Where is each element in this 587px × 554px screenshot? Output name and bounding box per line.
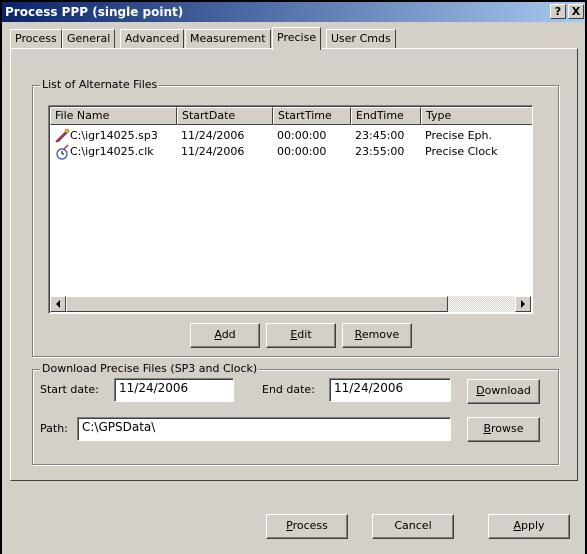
tab-precise[interactable]: Precise xyxy=(272,27,322,50)
title-bar[interactable]: Process PPP (single point) xyxy=(2,2,585,22)
start-date-label: Start date: xyxy=(40,383,99,396)
file-name-cell: C:\igr14025.clk xyxy=(70,145,154,158)
scroll-right-button[interactable] xyxy=(515,296,531,312)
end-date-field[interactable]: 11/24/2006 xyxy=(329,378,451,402)
path-label: Path: xyxy=(40,422,68,435)
arrow-right-icon xyxy=(521,300,525,308)
window-title: Process PPP (single point) xyxy=(5,5,184,19)
close-button[interactable]: X xyxy=(568,4,584,19)
tab-process[interactable]: Process xyxy=(10,29,62,49)
file-name-cell: C:\igr14025.sp3 xyxy=(70,129,158,142)
download-button[interactable]: Download xyxy=(467,379,540,404)
column-file-name[interactable]: File Name xyxy=(50,107,177,125)
download-group: Download Precise Files (SP3 and Clock) S… xyxy=(32,362,559,465)
download-group-label: Download Precise Files (SP3 and Clock) xyxy=(40,362,260,375)
horizontal-scrollbar[interactable] xyxy=(50,296,531,312)
column-start-time[interactable]: StartTime xyxy=(273,107,351,125)
type-cell: Precise Clock xyxy=(425,145,498,158)
tab-general[interactable]: General xyxy=(62,29,116,49)
process-button[interactable]: Process xyxy=(266,514,348,539)
add-button[interactable]: Add xyxy=(190,323,260,348)
scroll-thumb[interactable] xyxy=(66,296,448,312)
start-date-field[interactable]: 11/24/2006 xyxy=(114,378,234,402)
alternate-files-group-label: List of Alternate Files xyxy=(40,78,160,91)
apply-button[interactable]: Apply xyxy=(488,514,570,539)
cancel-button[interactable]: Cancel xyxy=(372,514,454,539)
start-date-cell: 11/24/2006 xyxy=(181,145,245,158)
remove-button[interactable]: Remove xyxy=(342,323,412,348)
start-time-cell: 00:00:00 xyxy=(277,129,327,142)
list-header: File Name StartDate StartTime EndTime Ty… xyxy=(50,107,532,125)
end-date-label: End date: xyxy=(262,383,315,396)
help-button[interactable]: ? xyxy=(550,4,566,19)
column-type[interactable]: Type xyxy=(421,107,532,125)
start-date-cell: 11/24/2006 xyxy=(181,129,245,142)
end-time-cell: 23:45:00 xyxy=(355,129,405,142)
type-cell: Precise Eph. xyxy=(425,129,492,142)
tab-measurement[interactable]: Measurement xyxy=(185,29,271,49)
arrow-left-icon xyxy=(56,300,60,308)
tab-user-cmds[interactable]: User Cmds xyxy=(326,29,396,49)
precise-tab-panel: List of Alternate Files File Name StartD… xyxy=(10,48,578,481)
list-row[interactable]: C:\igr14025.clk 11/24/2006 00:00:00 23:5… xyxy=(50,144,531,160)
process-ppp-dialog: Process PPP (single point) ? X Process G… xyxy=(0,0,587,554)
browse-button[interactable]: Browse xyxy=(467,417,540,442)
tab-advanced[interactable]: Advanced xyxy=(120,29,185,49)
column-end-time[interactable]: EndTime xyxy=(351,107,421,125)
list-row[interactable]: C:\igr14025.sp3 11/24/2006 00:00:00 23:4… xyxy=(50,128,531,144)
start-time-cell: 00:00:00 xyxy=(277,145,327,158)
edit-button[interactable]: Edit xyxy=(266,323,336,348)
alternate-files-group: List of Alternate Files File Name StartD… xyxy=(32,78,559,357)
column-start-date[interactable]: StartDate xyxy=(177,107,273,125)
path-field[interactable]: C:\GPSData\ xyxy=(77,417,451,441)
end-time-cell: 23:55:00 xyxy=(355,145,405,158)
alternate-files-list[interactable]: File Name StartDate StartTime EndTime Ty… xyxy=(48,105,533,314)
scroll-left-button[interactable] xyxy=(50,296,66,312)
